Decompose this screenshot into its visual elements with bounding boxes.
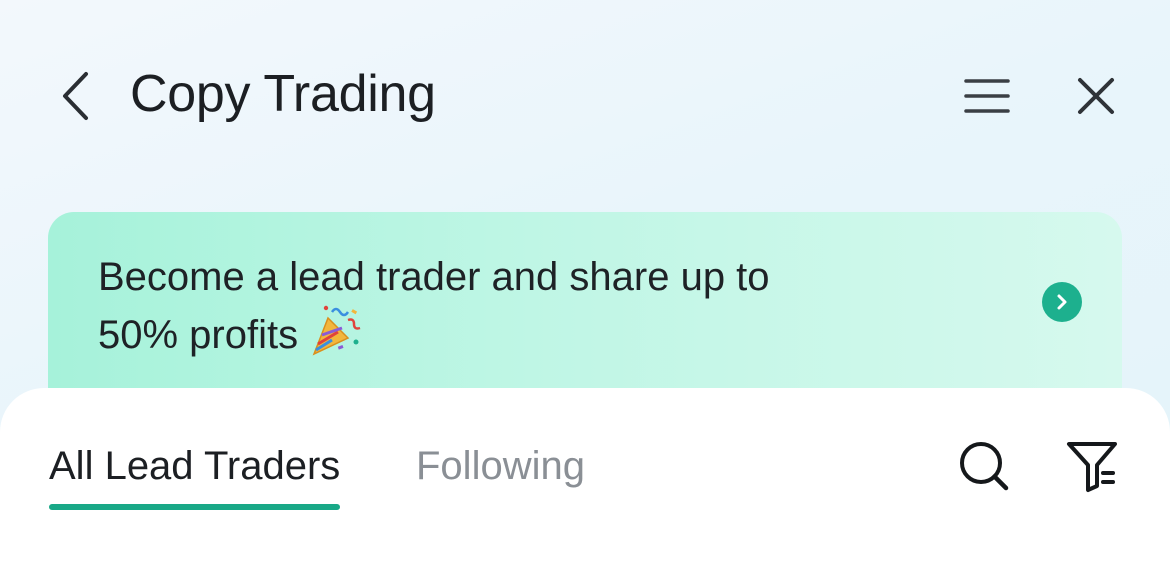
tab-label: Following <box>416 444 585 488</box>
tab-label: All Lead Traders <box>49 444 341 488</box>
header-bar: Copy Trading <box>0 0 1170 190</box>
chevron-right-circle-icon <box>1057 294 1067 310</box>
close-icon <box>1078 78 1114 114</box>
close-button[interactable] <box>1070 70 1122 122</box>
banner-arrow-button[interactable] <box>1042 282 1082 322</box>
tab-all-lead-traders[interactable]: All Lead Traders <box>49 438 341 510</box>
search-button[interactable] <box>954 436 1014 496</box>
hamburger-menu-icon <box>964 79 1010 113</box>
back-button[interactable] <box>50 64 100 128</box>
menu-button[interactable] <box>958 70 1016 122</box>
search-icon <box>960 442 1009 491</box>
tab-following[interactable]: Following <box>416 438 585 494</box>
filter-button[interactable] <box>1062 436 1122 496</box>
party-popper-icon <box>308 302 364 370</box>
active-tab-indicator <box>49 504 341 510</box>
chevron-left-icon <box>63 72 88 120</box>
banner-text: Become a lead trader and share up to 50%… <box>98 252 958 370</box>
page-title: Copy Trading <box>130 65 436 123</box>
filter-icon <box>1067 442 1117 492</box>
banner-line-1: Become a lead trader and share up to <box>98 255 770 299</box>
banner-line-2: 50% profits <box>98 302 958 370</box>
traders-sheet: All Lead Traders Following <box>0 388 1170 588</box>
banner-line-2-text: 50% profits <box>98 313 299 357</box>
